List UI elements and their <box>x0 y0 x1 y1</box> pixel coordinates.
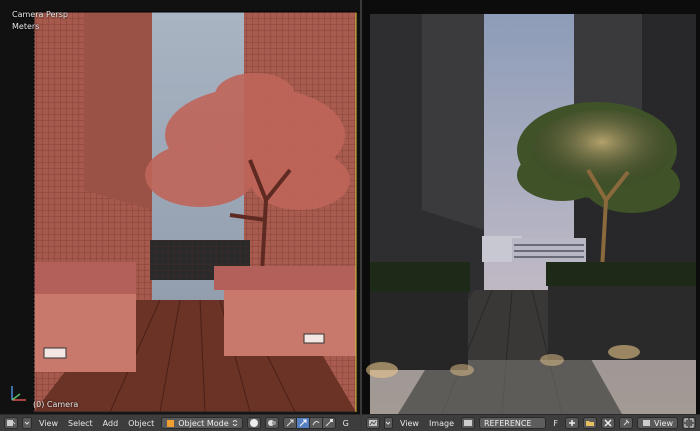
pin-button[interactable] <box>619 417 634 429</box>
image-name-field[interactable]: REFERENCE <box>479 417 547 429</box>
fullscreen-icon <box>684 418 694 428</box>
rotate-button[interactable] <box>308 417 323 429</box>
chevron-updown-icon <box>232 420 237 426</box>
viewport-header: View Select Add Object Object Mode G <box>0 414 360 431</box>
menu-select[interactable]: Select <box>65 419 96 428</box>
pivot-icon <box>267 420 276 426</box>
reference-image <box>362 0 700 414</box>
editor-type-button[interactable] <box>4 417 18 429</box>
active-object-label: (0) Camera <box>33 400 79 409</box>
image-editor-type-button[interactable] <box>366 417 380 429</box>
plus-icon <box>569 420 576 426</box>
menu-view[interactable]: View <box>397 419 422 428</box>
menu-object[interactable]: Object <box>125 419 157 428</box>
close-icon <box>604 419 612 427</box>
mode-label: Object Mode <box>178 418 229 428</box>
view-mode-label: View <box>654 418 673 428</box>
units-label: Meters <box>12 22 40 31</box>
truncated-label: G <box>342 418 349 428</box>
mode-dropdown[interactable]: Object Mode <box>161 417 243 429</box>
folder-icon <box>586 421 595 426</box>
image-icon <box>369 420 377 426</box>
menu-view[interactable]: View <box>36 419 61 428</box>
view-name-label: Camera Persp <box>12 10 68 19</box>
view-mode-dropdown[interactable]: View <box>637 417 678 429</box>
object-mode-icon <box>167 419 175 427</box>
open-image-button[interactable] <box>583 417 598 429</box>
sphere-icon <box>249 419 258 427</box>
scale-icon <box>325 419 333 427</box>
3d-viewport[interactable]: Camera Persp Meters (0) Camera <box>0 0 360 414</box>
chevron-down-icon <box>24 421 30 425</box>
browse-image-button[interactable] <box>461 417 475 429</box>
image-editor-header: View Image REFERENCE F View <box>362 414 700 431</box>
chevron-down-icon <box>386 421 391 425</box>
fake-user-toggle[interactable]: F <box>550 419 561 428</box>
axis-gizmo-icon <box>11 386 26 401</box>
translate-button[interactable] <box>295 417 310 429</box>
viewport-render <box>0 0 360 414</box>
manipulator-toggle-button[interactable] <box>282 417 297 429</box>
menu-add[interactable]: Add <box>100 419 122 428</box>
image-browse-icon <box>464 420 472 426</box>
menu-collapse-button[interactable] <box>22 417 32 429</box>
unlink-image-button[interactable] <box>601 417 616 429</box>
menu-image[interactable]: Image <box>426 419 457 428</box>
image-menu-collapse-button[interactable] <box>384 417 393 429</box>
image-editor-canvas[interactable] <box>362 0 700 414</box>
rotate-icon <box>312 420 320 426</box>
view-icon <box>643 420 651 426</box>
shading-button[interactable] <box>246 417 261 429</box>
new-image-button[interactable] <box>565 417 580 429</box>
fullscreen-button[interactable] <box>682 417 696 429</box>
pivot-button[interactable] <box>264 417 279 429</box>
arrow-icon <box>299 419 307 427</box>
manipulator-icon <box>286 419 294 427</box>
cube-icon <box>7 420 16 426</box>
scale-button[interactable] <box>321 417 336 429</box>
pin-icon <box>623 419 630 426</box>
transform-manipulator-group <box>282 417 336 429</box>
